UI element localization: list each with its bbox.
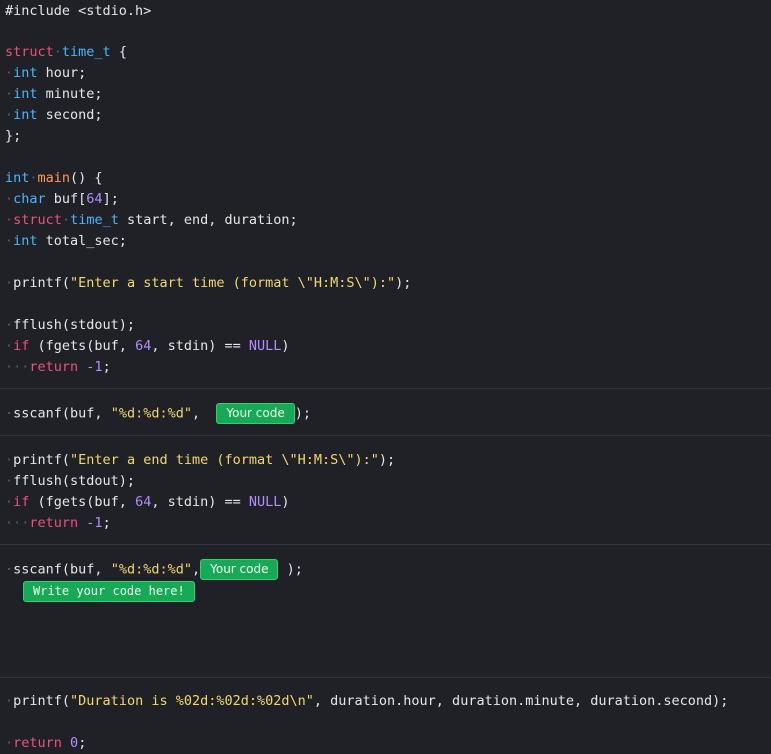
code-line: ·sscanf(buf, "%d:%d:%d", Your code); <box>5 403 311 424</box>
code-line: ···return -1; <box>5 359 111 375</box>
write-code-button[interactable]: Write your code here! <box>23 581 195 602</box>
code-line: ·int total_sec; <box>5 233 127 249</box>
your-code-button[interactable]: Your code <box>200 559 279 580</box>
code-line: ·fflush(stdout); <box>5 317 136 333</box>
code-line: ·return 0; <box>5 735 87 751</box>
section-divider <box>0 388 771 389</box>
code-line: ·if (fgets(buf, 64, stdin) == NULL) <box>5 338 290 354</box>
code-line: ···return -1; <box>5 515 111 531</box>
code-line: ·struct·time_t start, end, duration; <box>5 212 298 228</box>
code-line: ·int minute; <box>5 86 103 102</box>
code-line: ·printf("Enter a end time (format \"H:M:… <box>5 452 396 468</box>
code-line: int·main() { <box>5 170 103 186</box>
code-line: ·int hour; <box>5 65 87 81</box>
code-line: ·fflush(stdout); <box>5 473 136 489</box>
code-line: ·sscanf(buf, "%d:%d:%d", Your code ); <box>5 559 303 580</box>
section-divider <box>0 435 771 436</box>
code-line: ·if (fgets(buf, 64, stdin) == NULL) <box>5 494 290 510</box>
code-line: ·printf("Duration is %02d:%02d:%02d\n", … <box>5 693 729 709</box>
code-line: }; <box>5 128 22 144</box>
section-divider <box>0 544 771 545</box>
section-divider <box>0 677 771 678</box>
code-line: ·int second; <box>5 107 103 123</box>
code-line: struct·time_t { <box>5 44 127 60</box>
code-line: #include <stdio.h> <box>5 3 152 19</box>
code-line: ·printf("Enter a start time (format \"H:… <box>5 275 412 291</box>
your-code-button[interactable]: Your code <box>216 403 295 424</box>
code-line: ·char buf[64]; <box>5 191 119 207</box>
